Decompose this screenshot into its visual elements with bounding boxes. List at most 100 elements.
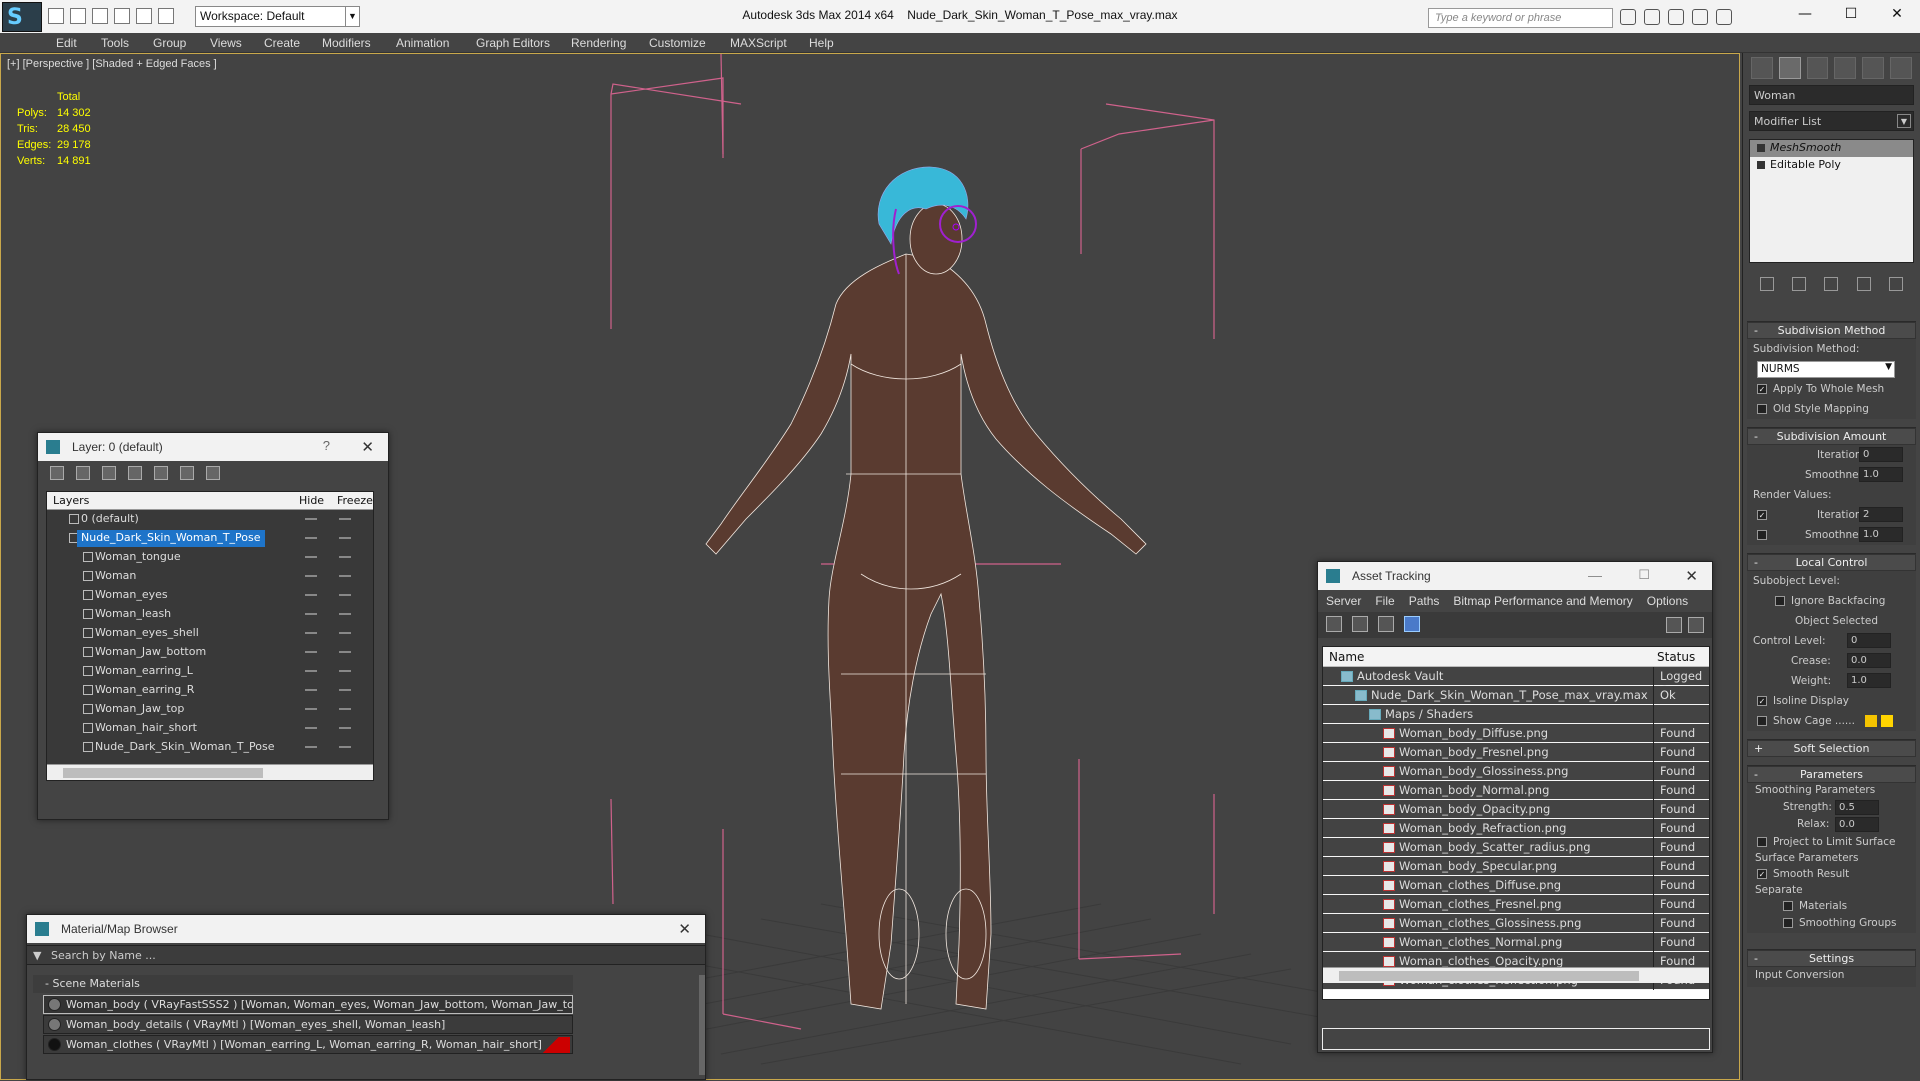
asset-row[interactable]: Woman_body_Specular.png Found	[1323, 857, 1709, 876]
maximize-button[interactable]: ☐	[1828, 0, 1874, 30]
asset-row[interactable]: Woman_body_Glossiness.png Found	[1323, 762, 1709, 781]
hide-toggle[interactable]	[305, 727, 317, 729]
menu-file[interactable]: File	[1375, 594, 1394, 608]
hide-toggle[interactable]	[305, 556, 317, 558]
menu-help[interactable]: Help	[809, 36, 834, 50]
asset-row[interactable]: Autodesk Vault Logged Ou	[1323, 667, 1709, 697]
scroll-thumb[interactable]	[63, 768, 263, 778]
menu-options[interactable]: Options	[1647, 594, 1688, 608]
freeze-toggle[interactable]	[339, 518, 351, 520]
asset-row[interactable]: Woman_body_Normal.png Found	[1323, 781, 1709, 800]
viewport-label[interactable]: [+] [Perspective ] [Shaded + Edged Faces…	[7, 58, 217, 70]
ignore-backfacing-checkbox[interactable]	[1775, 596, 1785, 606]
freeze-all-icon[interactable]	[206, 466, 220, 480]
asset-row[interactable]: Woman_clothes_Fresnel.png Found	[1323, 895, 1709, 914]
display-tab-icon[interactable]	[1862, 57, 1885, 79]
freeze-toggle[interactable]	[339, 575, 351, 577]
minimize-button[interactable]: —	[1782, 0, 1828, 30]
horizontal-scrollbar[interactable]	[47, 764, 373, 780]
layer-row[interactable]: 0 (default)	[47, 510, 373, 529]
layer-row[interactable]: Woman_tongue	[47, 548, 373, 567]
scene-materials-section[interactable]: - Scene Materials	[33, 975, 573, 993]
menu-bitmap-performance[interactable]: Bitmap Performance and Memory	[1453, 594, 1632, 608]
weight-spinner[interactable]: 1.0	[1847, 673, 1891, 688]
render-iterations-checkbox[interactable]: ✓	[1757, 510, 1767, 520]
rollout-header[interactable]: Soft Selection	[1747, 740, 1916, 757]
rollout-header[interactable]: Parameters	[1747, 766, 1916, 783]
hide-toggle[interactable]	[305, 613, 317, 615]
freeze-toggle[interactable]	[339, 746, 351, 748]
subdivision-method-dropdown[interactable]: NURMS ▼	[1757, 361, 1895, 378]
utilities-tab-icon[interactable]	[1890, 57, 1912, 79]
scroll-thumb[interactable]	[1339, 971, 1639, 981]
show-cage-checkbox[interactable]	[1757, 716, 1767, 726]
freeze-toggle[interactable]	[339, 613, 351, 615]
menu-maxscript[interactable]: MAXScript	[730, 36, 787, 50]
add-to-layer-icon[interactable]	[102, 466, 116, 480]
help-button[interactable]: ?	[323, 438, 330, 453]
stack-item-meshsmooth[interactable]: MeshSmooth	[1750, 140, 1913, 157]
rollout-header[interactable]: Settings	[1747, 950, 1916, 967]
stack-item-editable-poly[interactable]: Editable Poly	[1750, 157, 1913, 174]
communication-icon[interactable]	[1668, 9, 1684, 25]
menu-views[interactable]: Views	[210, 36, 242, 50]
menu-rendering[interactable]: Rendering	[571, 36, 626, 50]
hide-toggle[interactable]	[305, 575, 317, 577]
column-header-hide[interactable]: Hide	[299, 494, 324, 507]
column-header-layers[interactable]: Layers	[53, 494, 89, 507]
rollout-header[interactable]: Subdivision Amount	[1747, 428, 1916, 445]
layer-row[interactable]: Nude_Dark_Skin_Woman_T_Pose	[47, 529, 373, 548]
vertical-scrollbar[interactable]	[699, 975, 705, 1075]
list-view-icon[interactable]	[1352, 616, 1368, 632]
keyword-search-input[interactable]: Type a keyword or phrase	[1428, 8, 1613, 28]
create-tab-icon[interactable]	[1751, 57, 1773, 79]
menu-animation[interactable]: Animation	[396, 36, 449, 50]
cage-selected-color-swatch[interactable]	[1881, 715, 1893, 727]
help-icon[interactable]	[1716, 9, 1732, 25]
subscription-icon[interactable]	[1644, 9, 1660, 25]
dialog-header[interactable]: Layer: 0 (default)? ✕	[38, 433, 388, 461]
material-search-input[interactable]: ▼ Search by Name ...	[27, 945, 705, 965]
pin-stack-icon[interactable]	[1760, 277, 1775, 291]
binoculars-icon[interactable]	[1620, 9, 1636, 25]
menu-customize[interactable]: Customize	[649, 36, 706, 50]
dialog-header[interactable]: Material/Map Browser ✕	[27, 915, 705, 943]
maximize-button[interactable]: ☐	[1638, 567, 1650, 583]
close-button[interactable]: ✕	[1874, 0, 1920, 30]
object-name-field[interactable]: Woman	[1749, 85, 1914, 105]
asset-row[interactable]: Woman_body_Opacity.png Found	[1323, 800, 1709, 819]
asset-row[interactable]: Woman_body_Diffuse.png Found	[1323, 724, 1709, 743]
asset-row[interactable]: Woman_clothes_Glossiness.png Found	[1323, 914, 1709, 933]
hierarchy-tab-icon[interactable]	[1806, 57, 1829, 79]
hide-toggle[interactable]	[305, 594, 317, 596]
freeze-toggle[interactable]	[339, 537, 351, 539]
menu-edit[interactable]: Edit	[56, 36, 77, 50]
column-header-name[interactable]: Name	[1329, 650, 1364, 664]
refresh-icon[interactable]	[1326, 616, 1342, 632]
control-level-spinner[interactable]: 0	[1847, 633, 1891, 648]
asset-row[interactable]: Woman_body_Fresnel.png Found	[1323, 743, 1709, 762]
close-icon[interactable]: ✕	[361, 438, 374, 456]
select-objects-icon[interactable]	[128, 466, 142, 480]
freeze-toggle[interactable]	[339, 727, 351, 729]
project-limit-checkbox[interactable]	[1757, 837, 1767, 847]
freeze-toggle[interactable]	[339, 632, 351, 634]
cage-color-swatch[interactable]	[1865, 715, 1877, 727]
column-header-freeze[interactable]: Freeze	[337, 494, 373, 507]
asset-path-field[interactable]	[1322, 1028, 1710, 1050]
separate-smoothing-groups-checkbox[interactable]	[1783, 918, 1793, 928]
isoline-display-checkbox[interactable]: ✓	[1757, 696, 1767, 706]
freeze-toggle[interactable]	[339, 708, 351, 710]
menu-paths[interactable]: Paths	[1409, 594, 1440, 608]
configure-sets-icon[interactable]	[1888, 277, 1903, 291]
horizontal-scrollbar[interactable]	[1323, 967, 1709, 983]
hide-toggle[interactable]	[305, 670, 317, 672]
close-icon[interactable]: ✕	[678, 920, 691, 938]
layer-row[interactable]: Woman_earring_L	[47, 662, 373, 681]
hide-toggle[interactable]	[305, 746, 317, 748]
freeze-toggle[interactable]	[339, 594, 351, 596]
material-item[interactable]: Woman_body_details ( VRayMtl ) [Woman_ey…	[43, 1015, 573, 1034]
dialog-header[interactable]: Asset Tracking — ☐ ✕	[1318, 562, 1712, 590]
woman-mesh[interactable]	[705, 203, 1147, 1010]
hide-toggle[interactable]	[305, 708, 317, 710]
